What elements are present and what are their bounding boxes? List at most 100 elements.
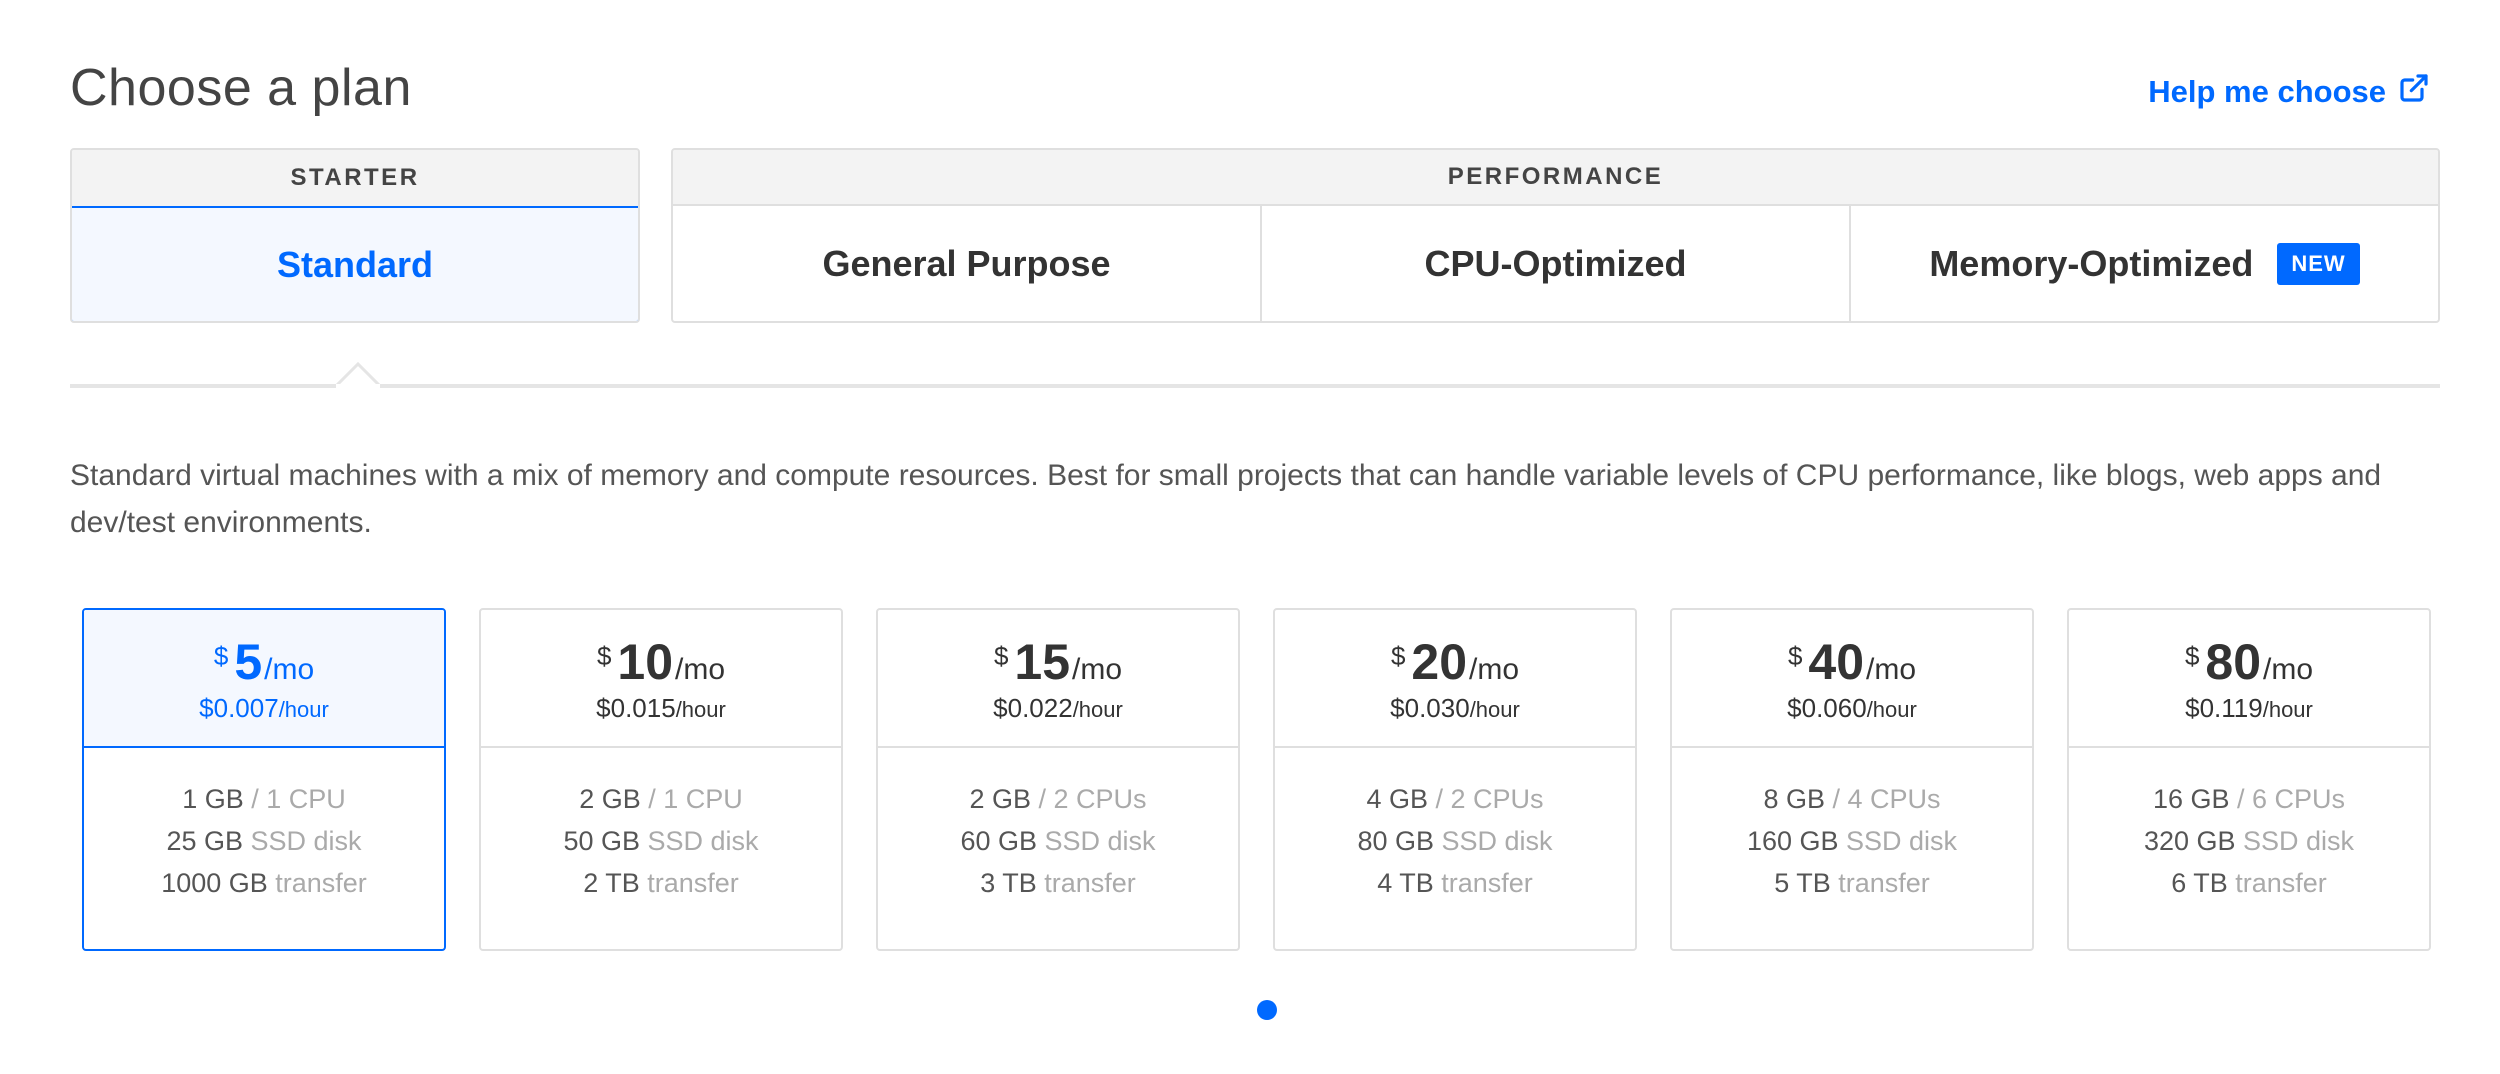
starter-group-label: STARTER <box>72 150 638 206</box>
hourly-unit: /hour <box>1469 696 1520 722</box>
plan-card-5[interactable]: $5/mo $0.007/hour 1 GB / 1 CPU 25 GB SSD… <box>82 608 446 951</box>
price-period: /mo <box>1469 652 1520 686</box>
spec-memory-cpu: 16 GB / 6 CPUs <box>2069 778 2429 820</box>
spec-memory: 16 GB <box>2152 784 2230 814</box>
plan-price-area: $5/mo $0.007/hour <box>84 610 444 748</box>
spec-disk-row: 80 GB SSD disk <box>1275 820 1635 862</box>
spec-cpu: / 1 CPU <box>243 784 346 814</box>
spec-memory-cpu: 4 GB / 2 CPUs <box>1275 778 1635 820</box>
spec-memory-cpu: 2 GB / 2 CPUs <box>878 778 1238 820</box>
new-badge: NEW <box>2277 242 2360 285</box>
plan-specs: 4 GB / 2 CPUs 80 GB SSD disk 4 TB transf… <box>1275 748 1635 904</box>
spec-cpu: / 2 CPUs <box>1428 784 1544 814</box>
plan-price-area: $20/mo $0.030/hour <box>1275 610 1635 748</box>
spec-memory: 8 GB <box>1763 784 1825 814</box>
hourly-amount: $0.060 <box>1787 692 1867 723</box>
spec-disk-row: 50 GB SSD disk <box>481 820 841 862</box>
spec-memory-cpu: 2 GB / 1 CPU <box>481 778 841 820</box>
currency-symbol: $ <box>1390 640 1406 671</box>
spec-memory: 4 GB <box>1366 784 1428 814</box>
hourly-price: $0.007/hour <box>199 693 329 724</box>
spec-disk-row: 25 GB SSD disk <box>84 820 444 862</box>
currency-symbol: $ <box>993 640 1009 671</box>
plan-price-area: $80/mo $0.119/hour <box>2069 610 2429 748</box>
tab-general-purpose[interactable]: General Purpose <box>673 206 1260 321</box>
selection-pointer-icon <box>336 362 380 406</box>
hourly-price: $0.030/hour <box>1390 693 1520 724</box>
plan-card-80[interactable]: $80/mo $0.119/hour 16 GB / 6 CPUs 320 GB… <box>2067 608 2431 951</box>
price-amount: 15 <box>1014 633 1071 690</box>
tab-standard-label: Standard <box>276 243 434 285</box>
spec-disk-unit: SSD disk <box>1037 826 1156 856</box>
spec-memory-cpu: 8 GB / 4 CPUs <box>1672 778 2032 820</box>
currency-symbol: $ <box>2184 640 2200 671</box>
spec-disk-row: 320 GB SSD disk <box>2069 820 2429 862</box>
spec-cpu: / 2 CPUs <box>1031 784 1147 814</box>
spec-disk: 50 GB <box>563 826 640 856</box>
plan-card-15[interactable]: $15/mo $0.022/hour 2 GB / 2 CPUs 60 GB S… <box>876 608 1240 951</box>
spec-disk-row: 160 GB SSD disk <box>1672 820 2032 862</box>
currency-symbol: $ <box>213 640 229 671</box>
tab-cpu-optimized-label: CPU-Optimized <box>1424 242 1687 284</box>
pagination-dot[interactable] <box>1257 1000 1277 1020</box>
spec-disk: 25 GB <box>166 826 243 856</box>
spec-disk-unit: SSD disk <box>640 826 759 856</box>
spec-transfer-unit: transfer <box>267 868 367 898</box>
price-amount: 5 <box>234 633 263 690</box>
spec-cpu: / 4 CPUs <box>1825 784 1941 814</box>
spec-memory: 2 GB <box>579 784 641 814</box>
hourly-price: $0.060/hour <box>1787 693 1917 724</box>
hourly-unit: /hour <box>1072 696 1123 722</box>
monthly-price: $20/mo <box>1391 633 1519 691</box>
hourly-price: $0.015/hour <box>596 693 726 724</box>
price-period: /mo <box>1866 652 1917 686</box>
monthly-price: $15/mo <box>994 633 1122 691</box>
spec-transfer-row: 6 TB transfer <box>2069 862 2429 904</box>
tab-memory-optimized-label: Memory-Optimized <box>1929 242 2254 284</box>
currency-symbol: $ <box>1787 640 1803 671</box>
plan-cards: $5/mo $0.007/hour 1 GB / 1 CPU 25 GB SSD… <box>82 608 2431 951</box>
plan-specs: 8 GB / 4 CPUs 160 GB SSD disk 5 TB trans… <box>1672 748 2032 904</box>
spec-transfer: 5 TB <box>1774 868 1831 898</box>
tab-memory-optimized[interactable]: Memory-Optimized NEW <box>1849 206 2438 321</box>
spec-transfer-row: 2 TB transfer <box>481 862 841 904</box>
spec-transfer: 4 TB <box>1377 868 1434 898</box>
price-period: /mo <box>2263 652 2314 686</box>
spec-memory-cpu: 1 GB / 1 CPU <box>84 778 444 820</box>
hourly-unit: /hour <box>675 696 726 722</box>
external-link-icon <box>2398 72 2430 112</box>
spec-disk-unit: SSD disk <box>243 826 362 856</box>
plan-description: Standard virtual machines with a mix of … <box>70 459 2382 539</box>
section-divider <box>70 384 2440 388</box>
plan-specs: 1 GB / 1 CPU 25 GB SSD disk 1000 GB tran… <box>84 748 444 904</box>
help-me-choose-link[interactable]: Help me choose <box>2148 72 2430 112</box>
plan-price-area: $40/mo $0.060/hour <box>1672 610 2032 748</box>
spec-cpu: / 6 CPUs <box>2229 784 2346 814</box>
spec-transfer-unit: transfer <box>1433 868 1533 898</box>
price-period: /mo <box>1072 652 1123 686</box>
spec-disk-unit: SSD disk <box>1838 826 1958 856</box>
plan-price-area: $15/mo $0.022/hour <box>878 610 1238 748</box>
plan-specs: 2 GB / 2 CPUs 60 GB SSD disk 3 TB transf… <box>878 748 1238 904</box>
price-period: /mo <box>264 652 315 686</box>
plan-card-20[interactable]: $20/mo $0.030/hour 4 GB / 2 CPUs 80 GB S… <box>1273 608 1637 951</box>
tab-standard[interactable]: Standard <box>72 206 638 321</box>
spec-transfer-row: 5 TB transfer <box>1672 862 2032 904</box>
hourly-price: $0.022/hour <box>993 693 1123 724</box>
spec-transfer-row: 4 TB transfer <box>1275 862 1635 904</box>
plan-card-10[interactable]: $10/mo $0.015/hour 2 GB / 1 CPU 50 GB SS… <box>479 608 843 951</box>
hourly-unit: /hour <box>2262 696 2313 722</box>
monthly-price: $10/mo <box>597 633 725 691</box>
price-amount: 40 <box>1808 633 1865 690</box>
hourly-amount: $0.015 <box>596 692 676 723</box>
hourly-unit: /hour <box>278 696 329 722</box>
plan-card-40[interactable]: $40/mo $0.060/hour 8 GB / 4 CPUs 160 GB … <box>1670 608 2034 951</box>
price-amount: 80 <box>2205 633 2262 690</box>
spec-transfer: 1000 GB <box>161 868 268 898</box>
tab-cpu-optimized[interactable]: CPU-Optimized <box>1260 206 1849 321</box>
spec-disk: 160 GB <box>1746 826 1839 856</box>
plan-specs: 2 GB / 1 CPU 50 GB SSD disk 2 TB transfe… <box>481 748 841 904</box>
spec-disk-row: 60 GB SSD disk <box>878 820 1238 862</box>
spec-memory: 1 GB <box>182 784 244 814</box>
spec-transfer: 6 TB <box>2171 868 2228 898</box>
